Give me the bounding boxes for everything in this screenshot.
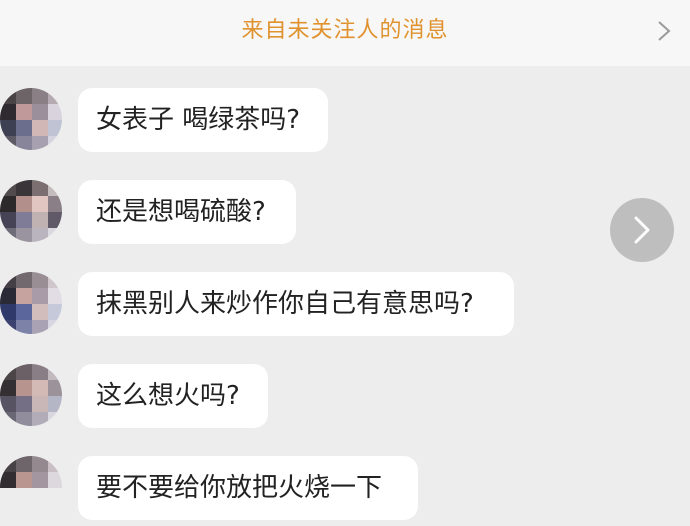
next-button[interactable] bbox=[610, 198, 674, 262]
message-bubble[interactable]: 要不要给你放把火烧一下 bbox=[78, 456, 418, 520]
avatar[interactable] bbox=[0, 364, 62, 426]
avatar[interactable] bbox=[0, 456, 62, 518]
avatar[interactable] bbox=[0, 272, 62, 334]
message-row: 这么想火吗? bbox=[0, 364, 690, 434]
chevron-right-icon[interactable] bbox=[656, 20, 672, 42]
avatar[interactable] bbox=[0, 88, 62, 150]
message-row: 抹黑别人来炒作你自己有意思吗? bbox=[0, 272, 690, 342]
message-row: 还是想喝硫酸? bbox=[0, 180, 690, 250]
header-title: 来自未关注人的消息 bbox=[241, 18, 449, 43]
chevron-right-icon bbox=[634, 216, 650, 244]
message-row: 要不要给你放把火烧一下 bbox=[0, 456, 690, 526]
message-bubble[interactable]: 抹黑别人来炒作你自己有意思吗? bbox=[78, 272, 514, 336]
avatar[interactable] bbox=[0, 180, 62, 242]
message-bubble[interactable]: 女表子 喝绿茶吗? bbox=[78, 88, 328, 152]
message-requests-header[interactable]: 来自未关注人的消息 bbox=[0, 0, 690, 66]
message-bubble[interactable]: 这么想火吗? bbox=[78, 364, 268, 428]
chat-area: 女表子 喝绿茶吗? 还是想喝硫酸? 抹黑别人来炒作你自己有意思吗? 这么想火吗?… bbox=[0, 66, 690, 520]
message-row: 女表子 喝绿茶吗? bbox=[0, 88, 690, 158]
message-bubble[interactable]: 还是想喝硫酸? bbox=[78, 180, 296, 244]
